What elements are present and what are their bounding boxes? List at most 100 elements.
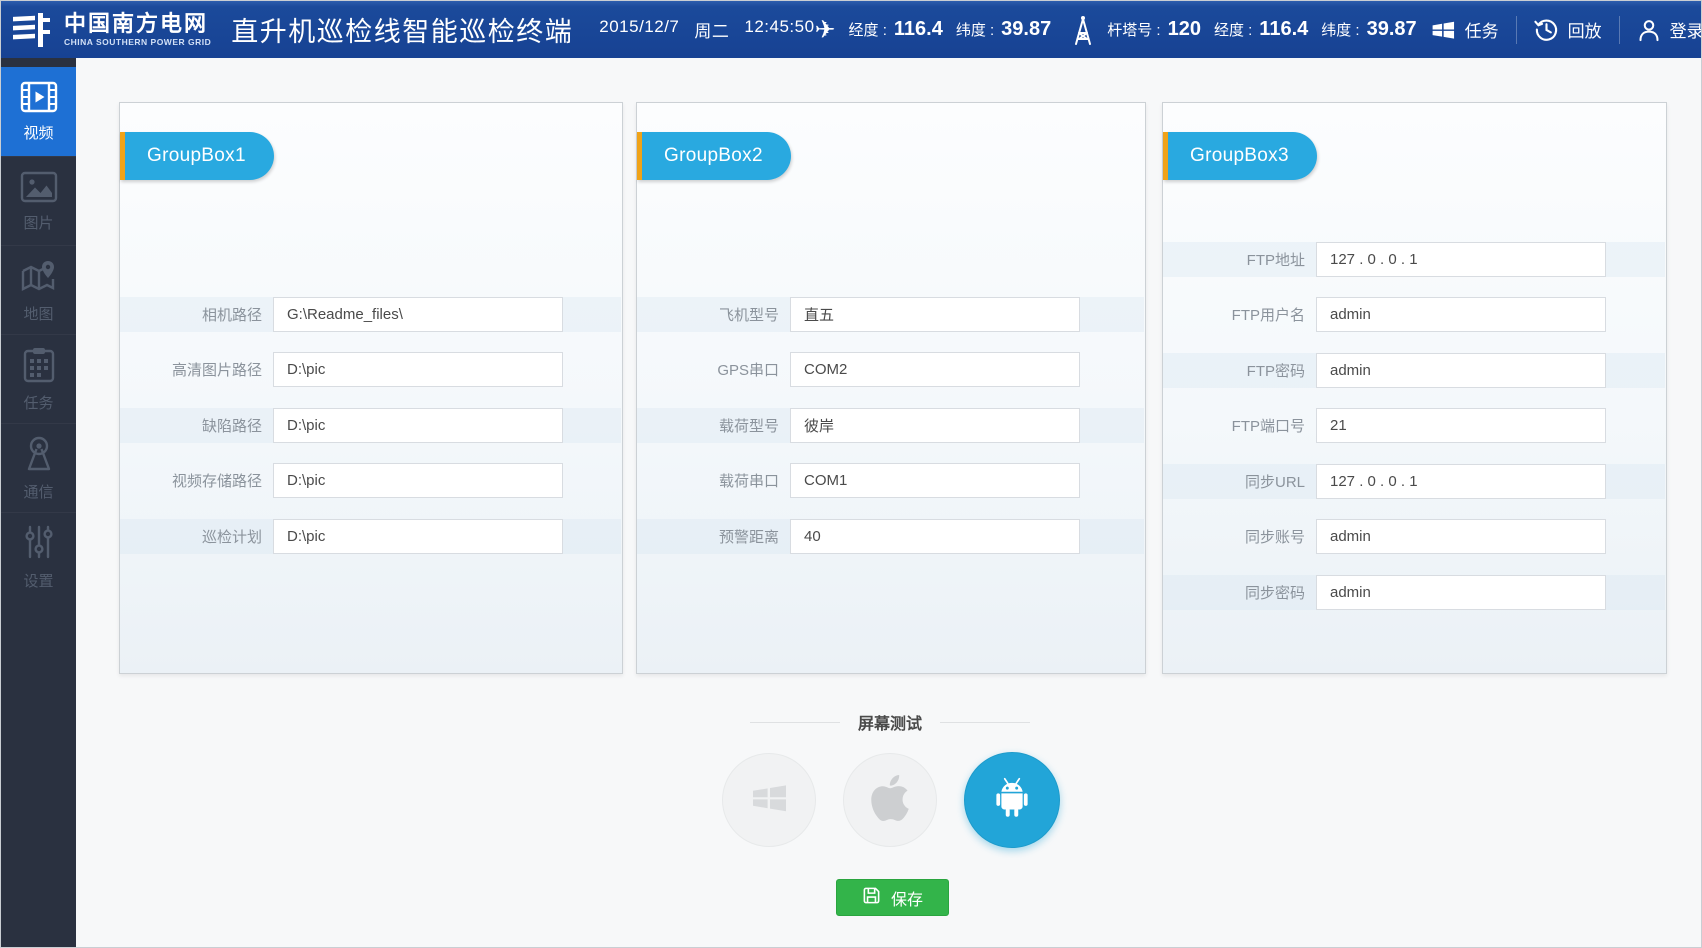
groupbox1-tab: GroupBox1 [120, 132, 274, 180]
transmission-tower-icon [1072, 14, 1094, 46]
flight-gps-group: ✈ 经度 : 116.4 纬度 : 39.87 [815, 17, 1052, 42]
apple-test-button[interactable] [843, 753, 937, 847]
field-label: 高清图片路径 [120, 359, 273, 380]
sidebar-item-label: 设置 [23, 570, 53, 591]
field-label: 视频存储路径 [120, 470, 273, 491]
clipboard-icon [21, 346, 57, 384]
apple-logo-icon [871, 775, 909, 826]
page-title: 直升机巡检线智能巡检终端 [231, 10, 573, 49]
flight-longitude: 经度 : 116.4 [849, 18, 943, 41]
screen-test-title: 屏幕测试 [858, 710, 922, 734]
field-label: 同步账号 [1163, 526, 1316, 547]
video-icon [19, 80, 59, 114]
csg-logo-icon [11, 10, 55, 50]
sidebar-item-label: 图片 [23, 212, 53, 233]
sidebar-item-images[interactable]: 图片 [1, 156, 76, 245]
form-row: 视频存储路径 [120, 463, 621, 498]
login-button-label: 登录 [1670, 17, 1702, 42]
tasks-button[interactable]: 任务 [1430, 17, 1499, 43]
form-row: 飞机型号 [637, 297, 1144, 332]
form-row: 同步URL [1163, 464, 1665, 499]
gps-serial-port-input[interactable] [790, 352, 1080, 387]
form-row: FTP密码 [1163, 353, 1665, 388]
windows-test-button[interactable] [722, 753, 816, 847]
inspection-plan-input[interactable] [273, 519, 563, 554]
field-label: 载荷型号 [637, 415, 790, 436]
sync-account-input[interactable] [1316, 519, 1606, 554]
field-label: 巡检计划 [120, 526, 273, 547]
ftp-password-input[interactable] [1316, 353, 1606, 388]
brand-text: 中国南方电网 CHINA SOUTHERN POWER GRID [64, 12, 211, 46]
defect-path-input[interactable] [273, 408, 563, 443]
sync-password-input[interactable] [1316, 575, 1606, 610]
antenna-icon [19, 435, 59, 473]
screen-test-buttons [636, 752, 1146, 848]
field-label: FTP端口号 [1163, 415, 1316, 436]
form-row: 缺陷路径 [120, 408, 621, 443]
form-row: 载荷串口 [637, 463, 1144, 498]
header-divider [1516, 16, 1517, 44]
camera-path-input[interactable] [273, 297, 563, 332]
form-row: FTP端口号 [1163, 408, 1665, 443]
field-label: FTP用户名 [1163, 304, 1316, 325]
form-row: 载荷型号 [637, 408, 1144, 443]
sidebar-item-tasks[interactable]: 任务 [1, 334, 76, 423]
tower-number: 杆塔号 : 120 [1107, 18, 1201, 41]
sidebar-item-label: 任务 [23, 392, 53, 413]
app-window: 中国南方电网 CHINA SOUTHERN POWER GRID 直升机巡检线智… [0, 0, 1702, 948]
brand-name-cn: 中国南方电网 [64, 12, 211, 35]
ftp-port-input[interactable] [1316, 408, 1606, 443]
tower-longitude: 经度 : 116.4 [1214, 18, 1308, 41]
ftp-address-input[interactable] [1316, 242, 1606, 277]
video-storage-path-input[interactable] [273, 463, 563, 498]
user-icon [1637, 18, 1661, 42]
field-label: 预警距离 [637, 526, 790, 547]
groupbox2-tab: GroupBox2 [637, 132, 791, 180]
field-label: 飞机型号 [637, 304, 790, 325]
replay-clock-icon [1534, 17, 1559, 42]
groupbox3-tab: GroupBox3 [1163, 132, 1317, 180]
map-pin-icon [19, 257, 59, 295]
ftp-username-input[interactable] [1316, 297, 1606, 332]
field-label: GPS串口 [637, 359, 790, 380]
aircraft-model-input[interactable] [790, 297, 1080, 332]
groupbox1-panel: GroupBox1 相机路径 高清图片路径 缺陷路径 视频存储路径 [119, 102, 623, 674]
form-row: GPS串口 [637, 352, 1144, 387]
datetime-display: 2015/12/7 周二 12:45:50 [599, 17, 814, 42]
sidebar-item-map[interactable]: 地图 [1, 245, 76, 334]
airplane-icon: ✈ [815, 17, 836, 42]
sidebar-item-video[interactable]: 视频 [1, 67, 76, 156]
groupbox2-panel: GroupBox2 飞机型号 GPS串口 载荷型号 载荷串口 [636, 102, 1146, 674]
weekday-text: 周二 [694, 17, 729, 42]
hd-image-path-input[interactable] [273, 352, 563, 387]
screen-test-header: 屏幕测试 [750, 710, 1030, 734]
login-button[interactable]: 登录 [1637, 17, 1702, 42]
field-label: FTP地址 [1163, 249, 1316, 270]
sliders-icon [20, 524, 58, 562]
sidebar-item-label: 视频 [23, 122, 53, 143]
tiles-icon [1430, 17, 1456, 43]
sync-url-input[interactable] [1316, 464, 1606, 499]
divider-line [940, 722, 1030, 723]
floppy-disk-icon [862, 886, 881, 910]
sidebar-item-comm[interactable]: 通信 [1, 423, 76, 512]
replay-button[interactable]: 回放 [1534, 17, 1602, 42]
image-icon [19, 170, 59, 204]
field-label: 同步密码 [1163, 582, 1316, 603]
tower-latitude: 纬度 : 39.87 [1321, 18, 1416, 41]
flight-latitude: 纬度 : 39.87 [956, 18, 1051, 41]
divider-line [750, 722, 840, 723]
payload-serial-port-input[interactable] [790, 463, 1080, 498]
left-sidebar: 视频 图片 [1, 58, 76, 947]
replay-button-label: 回放 [1568, 17, 1602, 42]
warning-distance-input[interactable] [790, 519, 1080, 554]
form-row: 同步密码 [1163, 575, 1665, 610]
sidebar-item-label: 地图 [23, 303, 53, 324]
save-button[interactable]: 保存 [836, 879, 949, 916]
android-test-button[interactable] [964, 752, 1060, 848]
header-divider [1619, 16, 1620, 44]
payload-model-input[interactable] [790, 408, 1080, 443]
android-logo-icon [987, 773, 1037, 828]
field-label: FTP密码 [1163, 360, 1316, 381]
sidebar-item-settings[interactable]: 设置 [1, 512, 76, 601]
